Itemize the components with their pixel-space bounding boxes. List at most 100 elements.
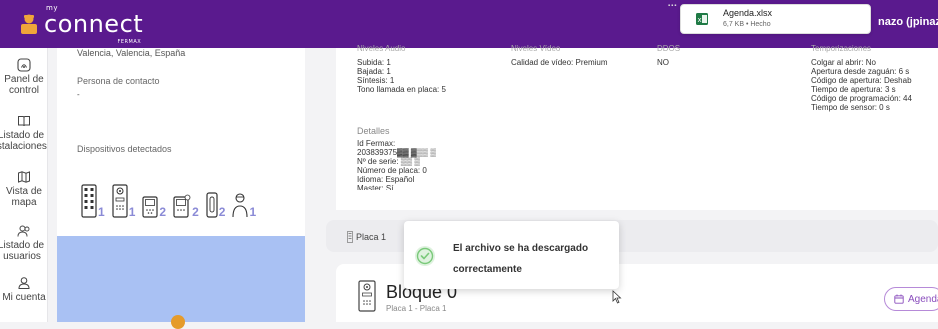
col-header: Temporizaciones (811, 44, 872, 53)
dashboard-icon (17, 58, 31, 72)
contact-value: - (77, 90, 80, 99)
col-header: Niveles Vídeo (511, 44, 561, 53)
calendar-icon (894, 294, 904, 304)
info-line: Síntesis: 1 (357, 76, 395, 85)
download-popup[interactable]: x Agenda.xlsx 6,7 KB • Hecho (680, 4, 871, 34)
panel-icon (347, 231, 353, 243)
device-count: 2 (159, 205, 167, 219)
device-camera-panel[interactable]: 1 (112, 184, 136, 219)
excel-file-icon: x (696, 13, 708, 25)
logo-text: connect (44, 10, 144, 38)
col-header: DDOS (657, 44, 681, 53)
map-area[interactable] (57, 236, 305, 329)
book-icon (18, 116, 30, 127)
sidebar: Panel de control Listado de instalacione… (0, 48, 48, 322)
device-count: 2 (218, 205, 226, 219)
toast-message-line2: correctamente (453, 264, 522, 275)
logo[interactable]: my connect FERMAX (18, 4, 144, 45)
success-toast[interactable]: El archivo se ha descargado correctament… (404, 221, 619, 289)
building-panel-icon (81, 184, 97, 218)
agenda-button-label: Agenda (908, 293, 938, 305)
sidebar-label: Panel de (4, 74, 44, 85)
details-list: Id Fermax: 203839375▓▓ ▓▒▒ ▒ Nº de serie… (357, 139, 436, 190)
sidebar-item-users[interactable]: Listado de usuarios (0, 224, 48, 262)
sidebar-label: mapa (11, 197, 37, 208)
devices-title: Dispositivos detectados (77, 144, 172, 154)
logo-brand: FERMAX (117, 39, 142, 45)
sidebar-label: control (8, 85, 39, 96)
concierge-user-icon (232, 193, 248, 218)
info-line: Idioma: Español (357, 175, 415, 184)
info-line: Tiempo de apertura: 3 s (811, 85, 896, 94)
device-count: 1 (98, 205, 105, 219)
device-count: 2 (192, 205, 199, 219)
sidebar-item-map[interactable]: Vista de mapa (0, 170, 48, 208)
map-icon (18, 171, 30, 183)
sidebar-label: Listado de (0, 130, 45, 141)
device-count: 1 (128, 205, 136, 219)
placa-label: Placa 1 (356, 232, 387, 242)
camera-panel-icon (358, 280, 376, 312)
ddos-info: NO (657, 58, 669, 67)
address: Valencia, Valencia, España (77, 48, 186, 58)
device-count: 1 (249, 205, 257, 219)
info-line: Código de apertura: Deshab (811, 76, 912, 85)
sidebar-label: Vista de (6, 186, 42, 197)
info-line: NO (657, 58, 669, 67)
download-meta: 6,7 KB • Hecho (723, 21, 771, 28)
bloque-subtitle: Placa 1 - Placa 1 (386, 304, 447, 313)
details-title: Detalles (357, 126, 390, 136)
info-line: Colgar al abrir: No (811, 58, 876, 67)
info-line: Master: Sí (357, 184, 394, 190)
svg-text:x: x (698, 16, 702, 24)
window-dots: ▪▪▪ (668, 3, 678, 9)
info-line: Tiempo de sensor: 0 s (811, 103, 890, 112)
device-list: 1 1 2 2 2 1 (81, 178, 261, 218)
info-line: Apertura desde zaguán: 6 s (811, 67, 910, 76)
handset-icon (206, 192, 218, 218)
audio-levels: Subida: 1 Bajada: 1 Síntesis: 1 Tono lla… (357, 58, 446, 94)
check-circle-icon (415, 246, 435, 266)
mouse-cursor-icon (612, 290, 622, 304)
users-icon (17, 225, 30, 237)
download-filename[interactable]: Agenda.xlsx (723, 8, 772, 18)
device-monitor-camera[interactable]: 2 (173, 194, 199, 218)
installation-panel: Valencia, Valencia, España Persona de co… (57, 48, 305, 329)
settings-card: Niveles Audio Niveles Vídeo DDOS Tempori… (336, 44, 938, 210)
sidebar-label: instalaciones (0, 141, 47, 152)
top-bar: my connect FERMAX ▪▪▪ x Agenda.xlsx 6,7 … (0, 0, 938, 48)
info-line: Bajada: 1 (357, 67, 391, 76)
info-line: 203839375▓▓ ▓▒▒ ▒ (357, 148, 436, 157)
info-line: Nº de serie: ▒▒ ▒ (357, 157, 421, 166)
sidebar-label: Listado de (0, 240, 45, 251)
info-line: Id Fermax: (357, 139, 396, 148)
device-monitor[interactable]: 2 (142, 196, 166, 218)
video-levels: Calidad de vídeo: Premium (511, 58, 608, 67)
sidebar-label: Mi cuenta (2, 292, 46, 303)
timings: Colgar al abrir: No Apertura desde zaguá… (811, 58, 912, 112)
sidebar-item-installations[interactable]: Listado de instalaciones (0, 114, 48, 152)
info-line: Código de programación: 44 (811, 94, 912, 103)
device-user[interactable]: 1 (232, 192, 256, 218)
device-handset[interactable]: 2 (206, 192, 226, 219)
map-pin-icon[interactable] (171, 315, 185, 329)
sidebar-item-dashboard[interactable]: Panel de control (0, 58, 48, 96)
user-name[interactable]: nazo (jpinazo (878, 16, 938, 28)
monitor-icon (142, 196, 158, 218)
logo-small-text: my (46, 4, 58, 12)
contact-title: Persona de contacto (77, 76, 160, 86)
col-header: Niveles Audio (357, 44, 406, 53)
logo-person-icon (21, 14, 37, 34)
sidebar-item-account[interactable]: Mi cuenta (0, 276, 48, 303)
info-line: Tono llamada en placa: 5 (357, 85, 446, 94)
info-line: Número de placa: 0 (357, 166, 427, 175)
device-building-panel[interactable]: 1 (81, 184, 105, 218)
info-line: Calidad de vídeo: Premium (511, 58, 608, 67)
user-icon (18, 277, 30, 289)
sidebar-label: usuarios (3, 251, 41, 262)
toast-message-line1: El archivo se ha descargado (453, 243, 589, 254)
info-line: Subida: 1 (357, 58, 391, 67)
agenda-button[interactable]: Agenda (884, 287, 938, 311)
monitor-camera-icon (173, 194, 191, 218)
camera-panel-icon (112, 184, 128, 218)
